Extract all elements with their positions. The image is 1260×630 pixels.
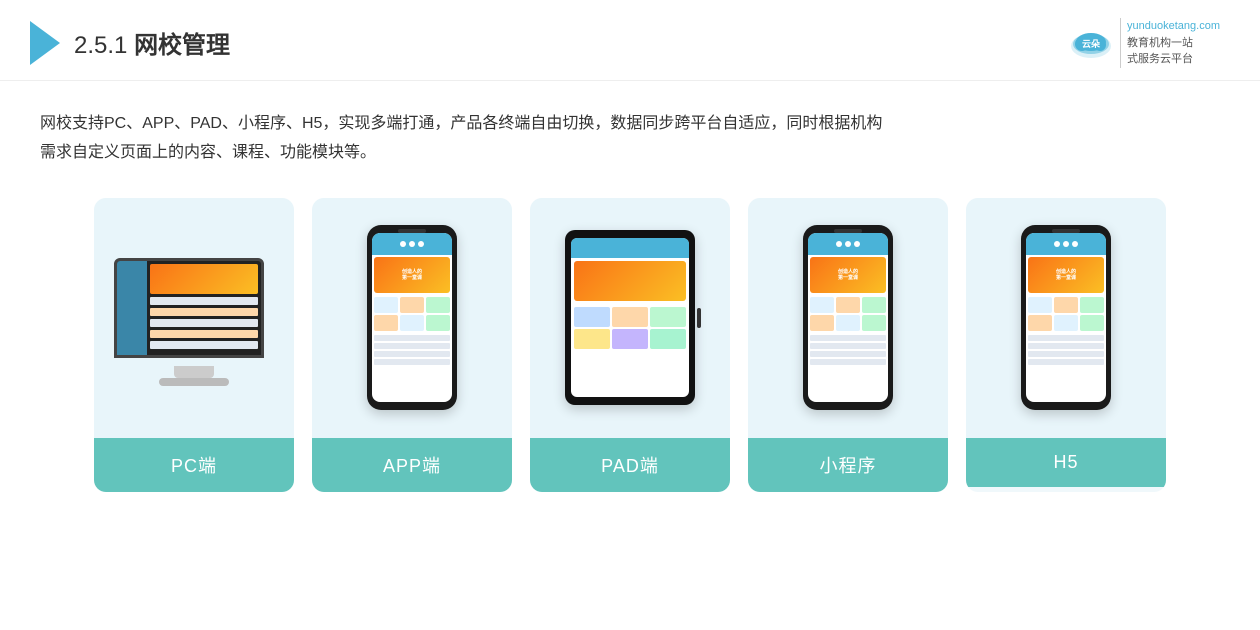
- description-line1: 网校支持PC、APP、PAD、小程序、H5，实现多端打通，产品各终端自由切换，数…: [40, 109, 1220, 139]
- card-h5-label: H5: [966, 438, 1166, 487]
- description-line2: 需求自定义页面上的内容、课程、功能模块等。: [40, 138, 1220, 168]
- phone-mockup-h5: 创造人的第一堂课: [1021, 225, 1111, 410]
- card-mini-image: 创造人的第一堂课: [748, 198, 948, 438]
- brand-line2: 式服务云平台: [1127, 51, 1220, 68]
- card-pad-image: [530, 198, 730, 438]
- logo-arrow-icon: [30, 21, 60, 65]
- section-number: 2.5.1: [74, 32, 127, 59]
- card-pc: PC端: [94, 198, 294, 492]
- card-app: 创造人的第一堂课: [312, 198, 512, 492]
- brand-line1: 教育机构一站: [1127, 35, 1220, 52]
- title-text: 网校管理: [134, 32, 230, 59]
- header-left: 2.5.1 网校管理: [30, 21, 230, 65]
- cloud-icon: 云朵: [1068, 24, 1114, 62]
- description-block: 网校支持PC、APP、PAD、小程序、H5，实现多端打通，产品各终端自由切换，数…: [0, 81, 1260, 178]
- page-header: 2.5.1 网校管理 云朵 yunduoketang.com 教育机构一站 式服…: [0, 0, 1260, 81]
- card-h5-image: 创造人的第一堂课: [966, 198, 1166, 438]
- brand-logo: 云朵 yunduoketang.com 教育机构一站 式服务云平台: [1068, 18, 1220, 68]
- pc-mockup: [114, 258, 274, 378]
- card-pc-image: [94, 198, 294, 438]
- card-pc-label: PC端: [94, 438, 294, 492]
- phone-mockup-mini: 创造人的第一堂课: [803, 225, 893, 410]
- phone-mockup-app: 创造人的第一堂课: [367, 225, 457, 410]
- brand-url: yunduoketang.com: [1127, 18, 1220, 35]
- card-app-label: APP端: [312, 438, 512, 492]
- card-mini-label: 小程序: [748, 438, 948, 492]
- tablet-mockup: [565, 230, 695, 405]
- page-title: 2.5.1 网校管理: [74, 25, 230, 60]
- card-pad: PAD端: [530, 198, 730, 492]
- card-mini: 创造人的第一堂课: [748, 198, 948, 492]
- card-pad-label: PAD端: [530, 438, 730, 492]
- svg-text:云朵: 云朵: [1082, 39, 1101, 49]
- cards-section: PC端 创造人的第一堂课: [0, 178, 1260, 512]
- brand-tagline: yunduoketang.com 教育机构一站 式服务云平台: [1120, 18, 1220, 68]
- card-h5: 创造人的第一堂课: [966, 198, 1166, 492]
- card-app-image: 创造人的第一堂课: [312, 198, 512, 438]
